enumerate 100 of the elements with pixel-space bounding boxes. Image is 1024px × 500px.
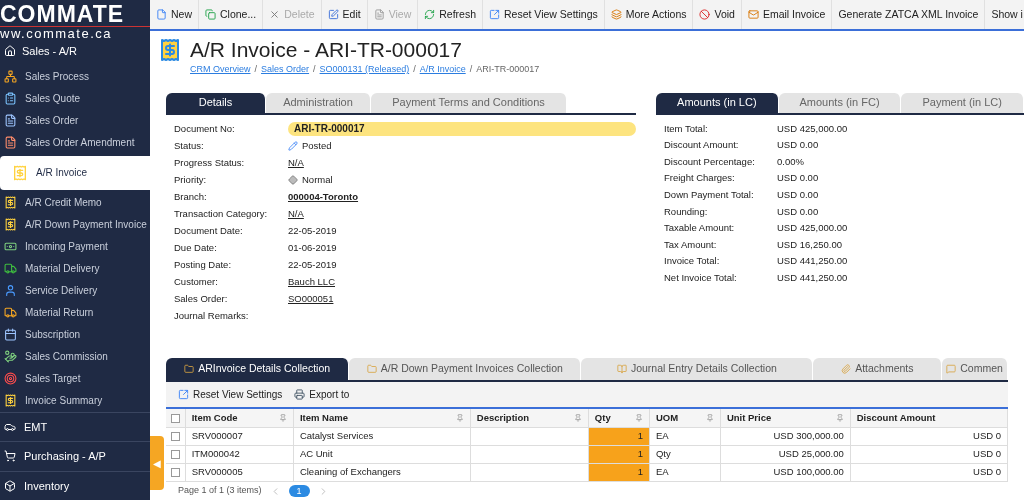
amount-value: USD 0.00 [777, 171, 819, 186]
table-cell: USD 300,000.00 [720, 428, 851, 445]
sidebar-item[interactable]: Sales Target [0, 367, 150, 390]
tab[interactable]: Amounts (in FC) [778, 92, 902, 113]
table-cell: ITM000042 [185, 446, 294, 463]
table-cell: USD 25,000.00 [720, 446, 851, 463]
sidebar-item[interactable]: Sales Order Amendment [0, 131, 150, 154]
invoice-icon [158, 38, 182, 62]
tab[interactable]: A/R Down Payment Invoices Collection [349, 358, 582, 380]
table-cell: USD 100,000.00 [720, 464, 851, 481]
pin-icon[interactable] [705, 414, 714, 422]
window-icon [178, 389, 189, 400]
amount-value: USD 0.00 [777, 204, 819, 219]
toolbar-button[interactable]: New [150, 0, 199, 29]
amount-label: Discount Amount: [664, 138, 740, 153]
pin-icon[interactable] [634, 414, 643, 422]
tab[interactable]: Details [166, 92, 266, 113]
breadcrumb-link[interactable]: CRM Overview [190, 63, 251, 77]
amount-label: Tax Amount: [664, 237, 718, 252]
tab[interactable]: Amounts (in LC) [656, 92, 779, 113]
sidebar-item[interactable]: Material Return [0, 301, 150, 324]
page-button[interactable]: 1 [288, 485, 310, 497]
sidebar-item[interactable]: Sales Process [0, 65, 150, 88]
grid-toolbar-button[interactable]: Export to [290, 387, 354, 402]
table-cell: 1 [588, 446, 650, 463]
sidebar-item[interactable]: Service Delivery [0, 279, 150, 302]
pin-icon[interactable] [573, 414, 582, 422]
column-header[interactable]: Item Name [299, 410, 348, 426]
tab[interactable]: Journal Entry Details Collection [581, 358, 814, 380]
toolbar-button[interactable]: Void [693, 0, 742, 29]
column-header[interactable]: Discount Amount [856, 410, 936, 426]
book-icon [616, 364, 627, 374]
checkbox[interactable] [170, 413, 180, 423]
table-cell: SRV000005 [185, 464, 294, 481]
document-icon [4, 136, 17, 150]
truck-icon [4, 306, 17, 320]
sidebar-item[interactable]: Subscription [0, 323, 150, 346]
breadcrumb-link[interactable]: Sales Order [261, 63, 310, 77]
column-header[interactable]: Unit Price [726, 410, 772, 426]
tab[interactable]: Payment (in LC) [901, 92, 1024, 113]
pin-icon[interactable] [455, 414, 464, 422]
field-link[interactable]: SO000051 [288, 291, 334, 307]
field-label: Due Date: [174, 240, 218, 255]
amount-value: USD 425,000.00 [777, 121, 848, 136]
sidebar-group[interactable]: Inventory [0, 470, 150, 500]
grid-toolbar-button[interactable]: Reset View Settings [174, 387, 287, 402]
sidebar-group[interactable]: EMT [0, 411, 150, 442]
page-title: A/R Invoice - ARI-TR-000017 [190, 37, 462, 63]
sidebar-item[interactable]: Sales Quote [0, 87, 150, 110]
column-header[interactable]: Item Code [191, 410, 238, 426]
tab[interactable]: Payment Terms and Conditions [371, 92, 567, 113]
toolbar-button[interactable]: More Actions [604, 0, 694, 29]
tab[interactable]: Administration [266, 92, 371, 113]
sidebar-item[interactable]: A/R Credit Memo [0, 191, 150, 214]
table-cell: Qty [649, 446, 721, 463]
sidebar-item[interactable]: A/R Invoice [0, 155, 150, 190]
toolbar-button[interactable]: Generate ZATCA XML Invoice [832, 0, 986, 29]
amount-value: USD 0.00 [777, 138, 819, 153]
amount-value: 0.00% [777, 154, 804, 169]
field-link[interactable]: N/A [288, 155, 304, 171]
toolbar-button[interactable]: Reset View Settings [483, 0, 605, 29]
pager-summary: Page 1 of 1 (3 items) [178, 484, 262, 498]
toolbar-button[interactable]: Clone... [199, 0, 264, 29]
checkbox[interactable] [170, 468, 180, 477]
sidebar-item[interactable]: Sales Commission [0, 345, 150, 368]
field-link[interactable]: N/A [288, 206, 304, 222]
field-link[interactable]: 000004-Toronto [288, 189, 359, 205]
toolbar-button[interactable]: Email Invoice [741, 0, 833, 29]
clone-icon [205, 9, 216, 20]
pin-icon[interactable] [278, 414, 287, 422]
column-header[interactable]: UOM [655, 410, 679, 426]
form-icon [4, 92, 17, 106]
breadcrumb-link[interactable]: A/R Invoice [419, 63, 466, 77]
field-value: 22-05-2019 [288, 223, 337, 238]
folder-icon [184, 364, 195, 374]
pin-icon[interactable] [835, 414, 844, 422]
sidebar-item[interactable]: Sales Order [0, 109, 150, 132]
checkbox[interactable] [170, 450, 180, 459]
sidebar-item[interactable]: A/R Down Payment Invoice [0, 213, 150, 236]
table-cell: 1 [588, 464, 650, 481]
field-link[interactable]: Bauch LLC [288, 274, 335, 290]
breadcrumb-link[interactable]: SO000131 (Released) [319, 63, 410, 77]
tab[interactable]: Commen [942, 358, 1008, 380]
field-value: Posted [302, 138, 332, 153]
table-cell: SRV000007 [185, 428, 294, 445]
column-header[interactable]: Description [476, 410, 530, 426]
toolbar-button[interactable]: Refresh [418, 0, 483, 29]
sidebar-item[interactable]: Invoice Summary [0, 389, 150, 412]
printer-icon [294, 389, 306, 400]
home-icon [4, 45, 16, 58]
tab[interactable]: ARInvoice Details Collection [166, 358, 350, 380]
checkbox[interactable] [170, 432, 180, 441]
sidebar-item[interactable]: Material Delivery [0, 257, 150, 280]
sidebar-item[interactable]: Incoming Payment [0, 235, 150, 258]
document-icon [4, 114, 17, 128]
toolbar-button[interactable]: Show i [985, 0, 1024, 29]
tab[interactable]: Attachments [813, 358, 943, 380]
toolbar-button[interactable]: Edit [321, 0, 368, 29]
network-icon [4, 70, 17, 84]
column-header[interactable]: Qty [594, 410, 611, 426]
